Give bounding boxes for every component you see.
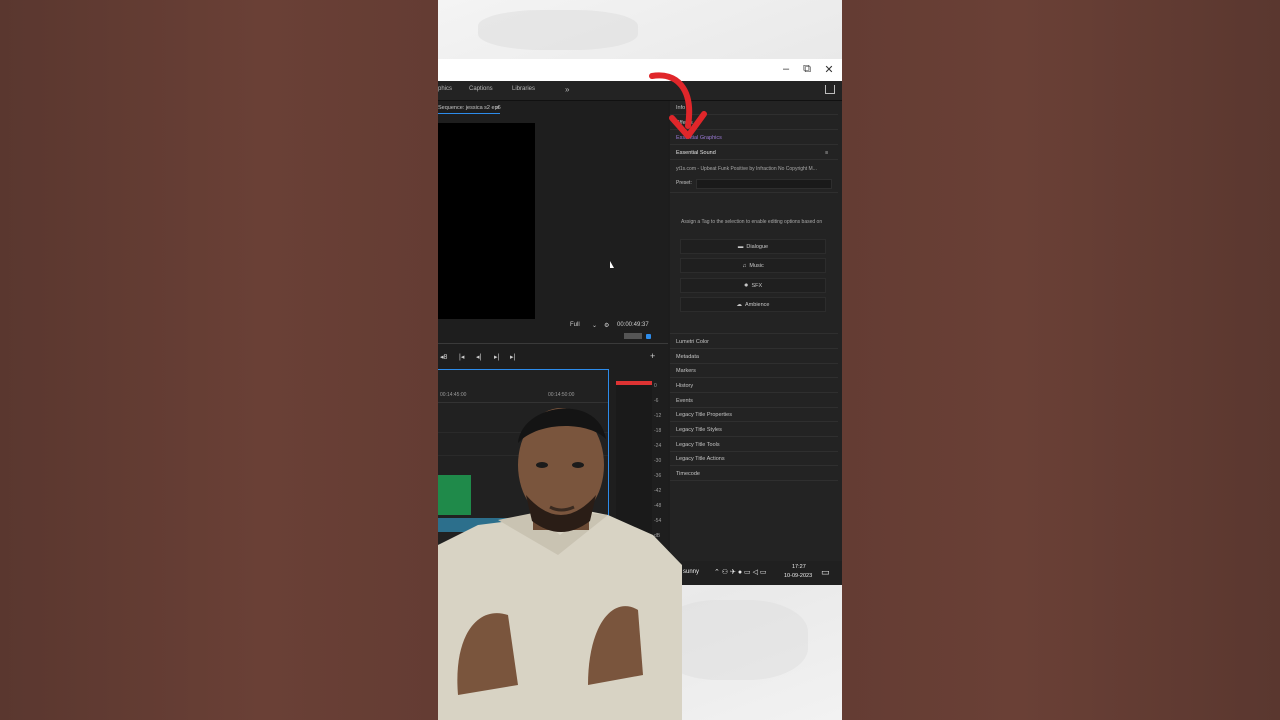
divider [670, 192, 838, 193]
add-button-icon[interactable]: + [650, 351, 655, 361]
sparkle-icon: ✹ [743, 282, 749, 289]
resolution-select[interactable]: Full [570, 322, 580, 328]
divider [670, 333, 838, 334]
divider [670, 363, 838, 364]
panel-metadata[interactable]: Metadata [676, 354, 699, 360]
presenter-overlay [438, 408, 682, 720]
clip-name: yt1s.com - Upbeat Funk Positive by Infra… [676, 166, 817, 172]
playhead-marker[interactable] [646, 334, 651, 339]
preset-dropdown[interactable] [696, 179, 832, 189]
dialogue-label: Dialogue [746, 243, 769, 250]
meter-scale-label: 0 [654, 383, 657, 389]
taskbar-date[interactable]: 10-09-2023 [784, 573, 812, 579]
divider [438, 343, 668, 344]
essential-sound-title[interactable]: Essential Sound [676, 150, 716, 156]
tab-graphics[interactable]: phics [438, 86, 452, 92]
divider [670, 480, 838, 481]
video-preview [438, 123, 535, 319]
music-label: Music [749, 262, 764, 269]
paper-texture [478, 10, 638, 50]
window-titlebar: – ⧉ ✕ [438, 59, 842, 81]
speech-bubble-icon: ▬ [737, 243, 744, 250]
divider [670, 348, 838, 349]
dialogue-button[interactable]: ▬ Dialogue [680, 239, 826, 254]
music-note-icon: ♫ [742, 262, 747, 269]
workspace-tabbar: phics Captions Libraries » [438, 81, 842, 101]
minimize-button[interactable]: – [779, 63, 793, 75]
sequence-menu-icon[interactable]: ≡ [496, 105, 499, 111]
panel-markers[interactable]: Markers [676, 368, 696, 374]
mouse-cursor-icon [610, 261, 614, 268]
sequence-title[interactable]: Sequence: jessica s2 ep6 [438, 105, 501, 111]
panel-legacy-title-properties[interactable]: Legacy Title Properties [676, 412, 732, 418]
video-frame: – ⧉ ✕ phics Captions Libraries » Sequenc… [438, 0, 842, 720]
frame-back-icon[interactable]: ◂| [476, 353, 481, 361]
tag-hint: Assign a Tag to the selection to enable … [681, 219, 823, 225]
tab-captions[interactable]: Captions [469, 86, 493, 92]
chevron-down-icon[interactable]: ⌄ [592, 322, 597, 329]
sfx-button[interactable]: ✹ SFX [680, 278, 826, 293]
music-button[interactable]: ♫ Music [680, 258, 826, 273]
panel-menu-icon[interactable]: ≡ [825, 150, 828, 156]
divider [670, 407, 838, 408]
panel-legacy-title-actions[interactable]: Legacy Title Actions [676, 456, 725, 462]
active-tab-underline [438, 113, 500, 114]
meter-peak [616, 381, 652, 385]
more-tabs-icon[interactable]: » [565, 85, 569, 94]
taskbar: artly sunny ⌃ ⚇ ✈ ● ▭ ◁ ▭ 17:27 10-09-20… [670, 561, 842, 585]
ambience-icon: ☁ [736, 301, 743, 308]
step-forward-icon[interactable]: ▸| [510, 353, 515, 361]
background-right [842, 0, 1280, 720]
close-button[interactable]: ✕ [822, 63, 836, 76]
divider [670, 465, 838, 466]
ambience-button[interactable]: ☁ Ambience [680, 297, 826, 312]
taskbar-time[interactable]: 17:27 [792, 564, 806, 570]
red-arrow-annotation [649, 72, 707, 139]
panel-legacy-title-styles[interactable]: Legacy Title Styles [676, 427, 722, 433]
divider [670, 159, 838, 160]
notification-icon[interactable]: ▭ [821, 567, 830, 578]
panel-lumetri-color[interactable]: Lumetri Color [676, 339, 709, 345]
divider [670, 377, 838, 378]
right-panel: Info Effects Essential Graphics Essentia… [670, 101, 842, 561]
divider [670, 451, 838, 452]
zoom-scroll-handle[interactable] [624, 333, 642, 339]
sfx-label: SFX [751, 282, 763, 289]
background-left [0, 0, 438, 720]
restore-button[interactable]: ⧉ [800, 63, 814, 76]
step-back-icon[interactable]: |◂ [459, 353, 464, 361]
play-icon[interactable]: ▸| [494, 353, 499, 361]
monitor-timecode: 00:00:49:37 [617, 322, 649, 328]
ambience-label: Ambience [745, 301, 770, 308]
divider [670, 421, 838, 422]
divider [670, 436, 838, 437]
wrench-icon[interactable]: ⚙ [604, 322, 609, 329]
panel-history[interactable]: History [676, 383, 693, 389]
marker-icon[interactable]: ◂8 [440, 353, 447, 361]
preset-label: Preset: [676, 180, 692, 186]
tab-libraries[interactable]: Libraries [512, 86, 535, 92]
divider [670, 392, 838, 393]
panel-legacy-title-tools[interactable]: Legacy Title Tools [676, 442, 720, 448]
tray-icons[interactable]: ⌃ ⚇ ✈ ● ▭ ◁ ▭ [714, 568, 767, 576]
share-icon[interactable] [825, 85, 835, 94]
